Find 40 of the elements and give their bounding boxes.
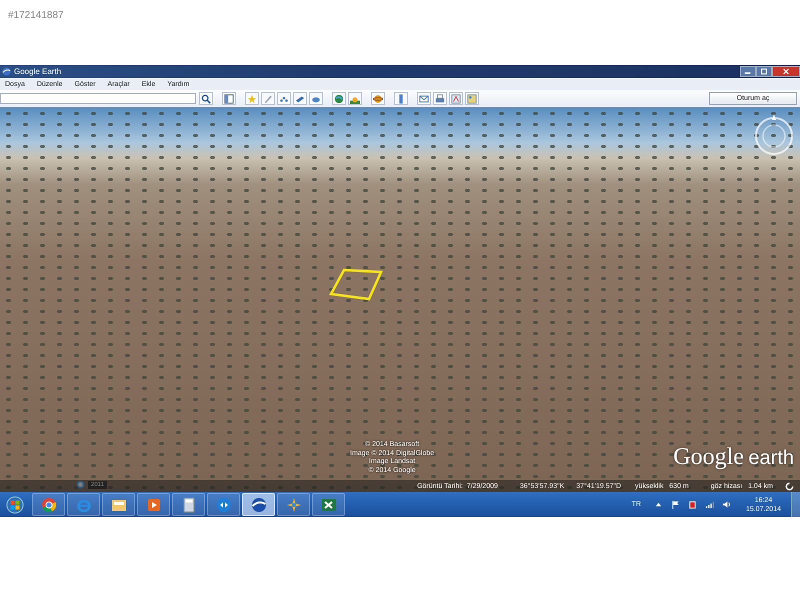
globe-icon xyxy=(2,67,11,76)
maximize-icon xyxy=(760,68,768,75)
window-title: Google Earth xyxy=(14,67,62,76)
close-icon xyxy=(782,68,790,75)
spreadsheet-icon xyxy=(320,496,336,512)
maximize-button[interactable] xyxy=(756,66,772,77)
planet-icon[interactable] xyxy=(371,92,385,105)
calculator-icon xyxy=(180,496,196,512)
star-icon xyxy=(286,496,302,512)
mail-icon[interactable] xyxy=(417,92,431,105)
globe-icon[interactable] xyxy=(332,92,346,105)
close-button[interactable] xyxy=(772,66,800,77)
chevron-up-icon[interactable] xyxy=(654,500,663,509)
speaker-icon[interactable] xyxy=(722,500,731,509)
map-icon[interactable] xyxy=(449,92,463,105)
sidebar-icon[interactable] xyxy=(222,92,236,105)
image-icon[interactable] xyxy=(465,92,479,105)
star-icon[interactable] xyxy=(245,92,259,105)
print-icon[interactable] xyxy=(433,92,447,105)
flag-icon[interactable] xyxy=(670,500,680,509)
search-button[interactable] xyxy=(199,92,213,105)
circle-icon xyxy=(40,496,56,512)
signal-icon[interactable] xyxy=(704,500,714,509)
search-icon xyxy=(201,94,211,104)
parcel-outline xyxy=(329,268,383,302)
play-icon xyxy=(146,496,162,512)
clock-icon[interactable] xyxy=(76,480,85,489)
compass-icon[interactable] xyxy=(752,112,796,156)
windows-logo-icon xyxy=(6,496,24,514)
dots-icon[interactable] xyxy=(277,92,291,105)
globe-icon xyxy=(250,496,266,512)
search-field[interactable] xyxy=(0,93,196,104)
sun-icon[interactable] xyxy=(348,92,362,105)
arrows-icon xyxy=(216,496,232,512)
minimize-button[interactable] xyxy=(740,66,756,77)
taskbar-app-button[interactable] xyxy=(242,493,275,516)
loading-icon xyxy=(785,482,794,490)
google-earth-logo: Google earth xyxy=(673,444,794,471)
ruler-icon[interactable] xyxy=(394,92,408,105)
listing-id: #172141887 xyxy=(7,9,65,23)
